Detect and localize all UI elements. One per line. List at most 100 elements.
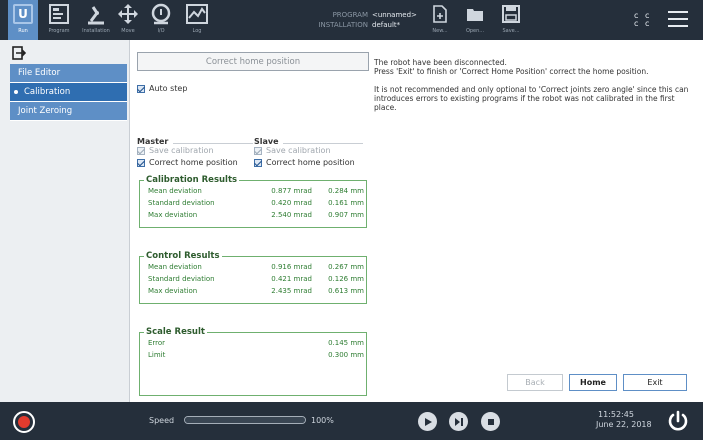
save-program-button[interactable]: Save... (498, 0, 524, 40)
clock-date: June 22, 2018 (596, 420, 652, 429)
program-tab[interactable]: Program (44, 0, 74, 40)
sidebar-item-calibration[interactable]: Calibration (10, 83, 127, 102)
play-button[interactable] (418, 412, 437, 431)
sidebar-item-file-editor[interactable]: File Editor (10, 64, 127, 83)
exit-button[interactable]: Exit (623, 374, 687, 391)
hamburger-menu-icon[interactable] (668, 11, 688, 32)
row-label: Max deviation (148, 211, 198, 219)
master-correct-home-label: Correct home position (149, 158, 238, 167)
calibration-results-title: Calibration Results (144, 175, 240, 185)
table-row: Max deviation 2.540 mrad 0.907 mm (148, 211, 364, 221)
home-button[interactable]: Home (569, 374, 617, 391)
auto-step-checkbox[interactable] (137, 84, 145, 93)
left-sidebar: File Editor Calibration Joint Zeroing (0, 40, 130, 402)
sidebar-item-joint-zeroing[interactable]: Joint Zeroing (10, 102, 127, 121)
slave-correct-home-row[interactable]: Correct home position (254, 158, 355, 167)
message-line-2: Press 'Exit' to finish or 'Correct Home … (374, 67, 649, 76)
move-arrows-icon (118, 4, 138, 24)
play-icon (424, 417, 432, 426)
row-value-mm: 0.613 mm (328, 287, 364, 295)
table-row: Mean deviation 0.916 mrad 0.267 mm (148, 263, 364, 273)
run-tab-label: Run (18, 28, 28, 34)
io-tab-label: I/O (157, 28, 165, 34)
control-mode-indicator: c c c c (634, 12, 651, 28)
program-key: PROGRAM (332, 11, 368, 19)
new-file-icon (433, 5, 447, 23)
row-value-mrad: 2.540 mrad (271, 211, 312, 219)
row-value-mrad: 0.420 mrad (271, 199, 312, 207)
sidebar-item-label: File Editor (18, 68, 61, 78)
master-correct-home-row[interactable]: Correct home position (137, 158, 238, 167)
row-value-mm: 0.126 mm (328, 275, 364, 283)
stop-button[interactable] (481, 412, 500, 431)
clock-time: 11:52:45 (598, 410, 634, 419)
cc-bottom: c c (634, 19, 652, 28)
row-label: Mean deviation (148, 263, 202, 271)
power-status-record-icon[interactable] (13, 411, 35, 433)
scale-result-group: Scale Result Error 0.145 mm Limit 0.300 … (139, 327, 367, 396)
sidebar-item-label: Joint Zeroing (18, 106, 73, 116)
table-row: Standard deviation 0.421 mrad 0.126 mm (148, 275, 364, 285)
slave-save-calibration-checkbox (254, 146, 262, 155)
correct-home-position-button[interactable]: Correct home position (137, 52, 369, 71)
slave-save-calibration-row: Save calibration (254, 146, 331, 155)
table-row: Limit 0.300 mm (148, 351, 364, 361)
stop-icon (487, 418, 494, 425)
message-line-3: It is not recommended and only optional … (374, 85, 689, 112)
power-off-icon[interactable] (667, 410, 689, 432)
slave-divider (283, 143, 363, 144)
exit-arrow-icon[interactable] (12, 46, 26, 60)
auto-step-label: Auto step (149, 84, 188, 93)
move-tab[interactable]: Move (114, 0, 142, 40)
row-value-mrad: 0.877 mrad (271, 187, 312, 195)
move-tab-label: Move (121, 28, 135, 34)
row-value-mrad: 2.435 mrad (271, 287, 312, 295)
sidebar-item-label: Calibration (24, 87, 71, 97)
master-title: Master (137, 137, 169, 146)
row-label: Standard deviation (148, 199, 215, 207)
bottom-bar: Speed 100% 11:52:45 June 22, 2018 (0, 402, 703, 440)
table-row: Mean deviation 0.877 mrad 0.284 mm (148, 187, 364, 197)
calibration-results-group: Calibration Results Mean deviation 0.877… (139, 175, 367, 228)
row-label: Max deviation (148, 287, 198, 295)
active-dot-icon (14, 90, 18, 94)
new-program-button[interactable]: New... (428, 0, 452, 40)
message-line-1: The robot have been disconnected. (374, 58, 507, 67)
open-program-button[interactable]: Open... (462, 0, 488, 40)
program-tab-label: Program (48, 28, 70, 34)
table-row: Max deviation 2.435 mrad 0.613 mm (148, 287, 364, 297)
folder-icon (467, 9, 483, 21)
row-value-mm: 0.267 mm (328, 263, 364, 271)
row-value-mrad: 0.916 mrad (271, 263, 312, 271)
speed-slider-fill (185, 417, 305, 423)
row-value-mm: 0.300 mm (328, 351, 364, 359)
program-info-keys: PROGRAM INSTALLATION (300, 10, 368, 30)
master-correct-home-checkbox[interactable] (137, 158, 145, 167)
installation-tab[interactable]: Installation (78, 0, 114, 40)
save-program-label: Save... (502, 28, 520, 34)
robot-arm-icon (88, 6, 104, 25)
program-name: <unnamed> (372, 11, 417, 19)
installation-name: default* (372, 21, 401, 29)
step-icon (454, 417, 463, 426)
installation-key: INSTALLATION (318, 21, 368, 29)
log-tab[interactable]: Log (182, 0, 212, 40)
io-icon (151, 3, 171, 25)
slave-correct-home-checkbox[interactable] (254, 158, 262, 167)
auto-step-checkbox-row[interactable]: Auto step (137, 84, 187, 93)
master-save-calibration-row: Save calibration (137, 146, 214, 155)
universal-robots-logo-icon: U (13, 4, 33, 24)
new-program-label: New... (432, 28, 448, 34)
step-button[interactable] (449, 412, 468, 431)
speed-value: 100% (311, 416, 334, 425)
row-value-mm: 0.284 mm (328, 187, 364, 195)
installation-tab-label: Installation (82, 28, 110, 34)
row-value-mm: 0.145 mm (328, 339, 364, 347)
run-tab[interactable]: U Run (8, 0, 38, 40)
status-message: The robot have been disconnected. Press … (374, 58, 694, 121)
io-tab[interactable]: I/O (146, 0, 176, 40)
back-button[interactable]: Back (507, 374, 563, 391)
scale-result-title: Scale Result (144, 327, 207, 337)
speed-slider[interactable] (184, 416, 306, 424)
speed-label: Speed (149, 416, 175, 425)
